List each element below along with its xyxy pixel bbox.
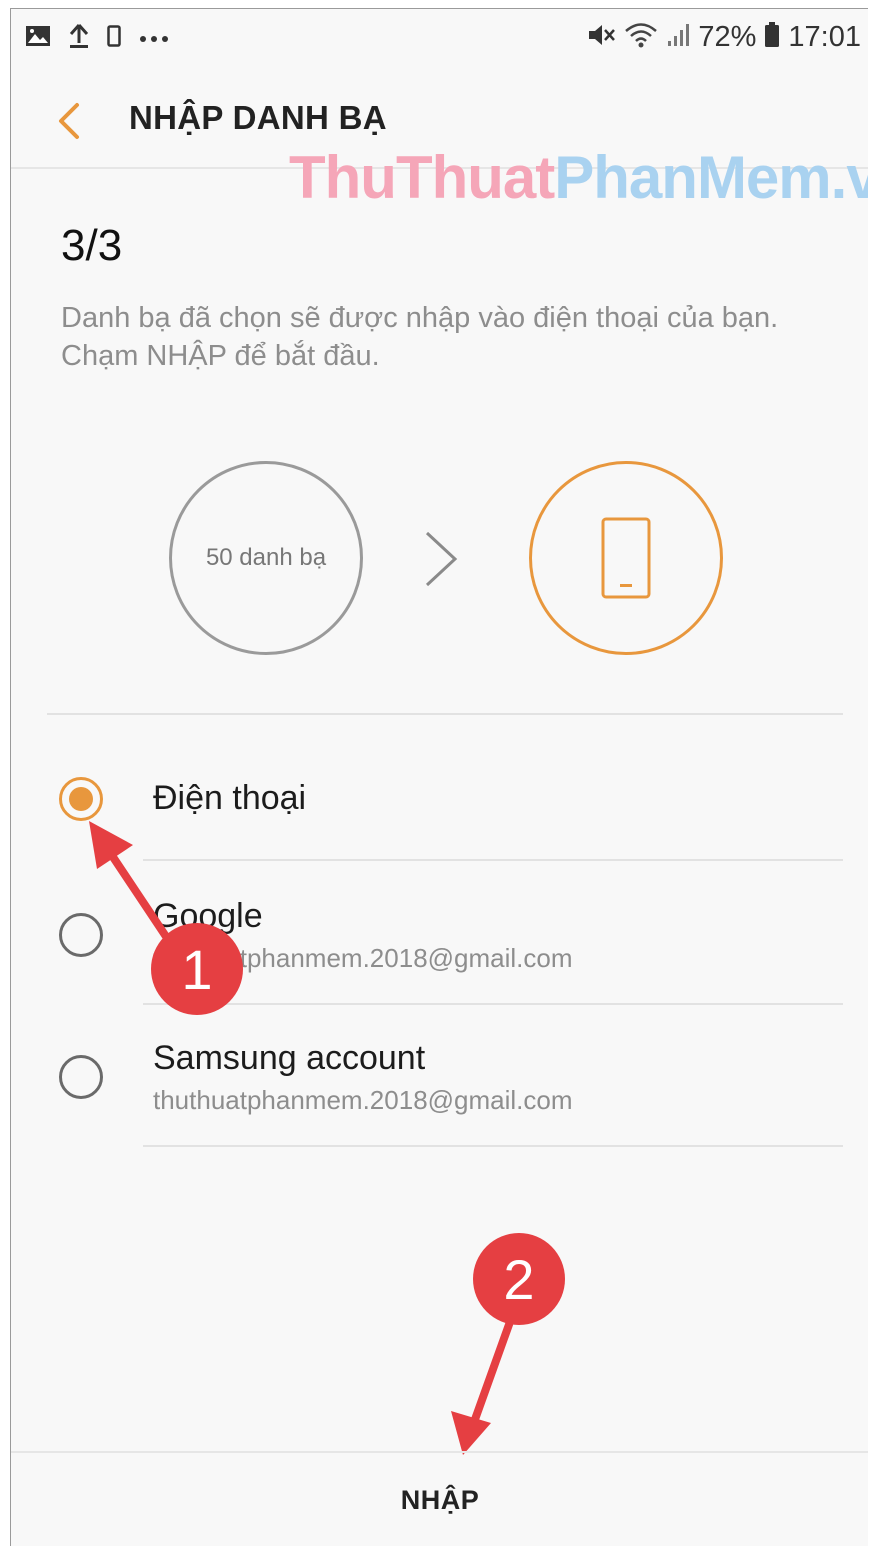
bottom-action-bar: NHẬP (11, 1451, 868, 1546)
annotation-arrow-1 (89, 821, 173, 945)
annotation-badge-2: 2 (473, 1233, 565, 1325)
annotation-arrow-2 (451, 1315, 515, 1455)
phone-screen: 72% 17:01 NHẬP DANH BẠ ThuThuatPhanMem.v… (10, 8, 868, 1546)
annotation-arrows (89, 821, 515, 1455)
annotation-badge-1: 1 (151, 923, 243, 1015)
import-button[interactable]: NHẬP (381, 1475, 500, 1526)
